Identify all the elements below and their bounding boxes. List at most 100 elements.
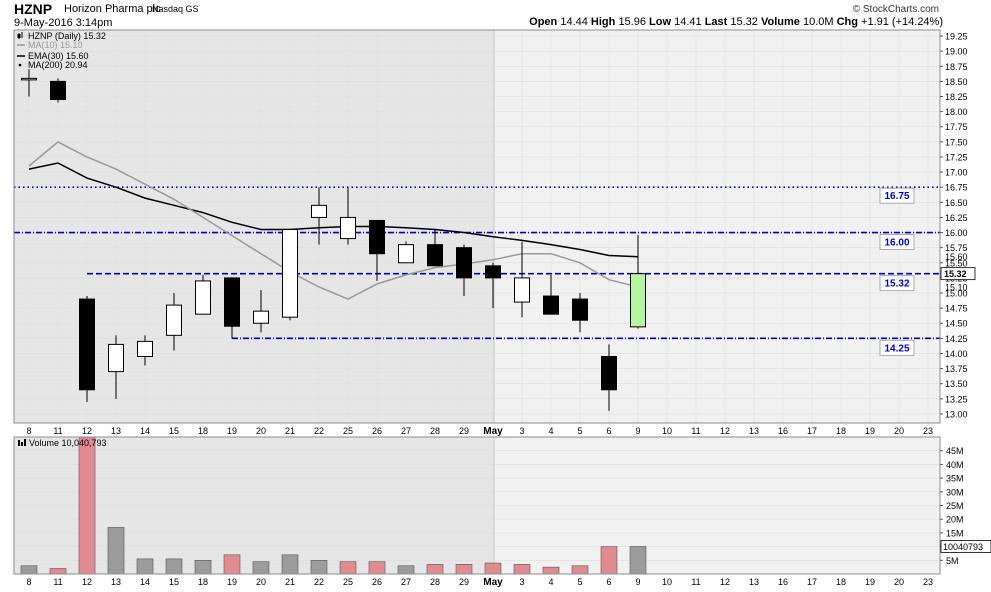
volume-x-label: 3 — [519, 577, 524, 587]
price-x-label: 22 — [314, 426, 324, 436]
candle-body — [195, 280, 211, 315]
volume-x-label: 13 — [111, 577, 121, 587]
volume-x-axis: 8 11 12 13 14 15 18 19 20 21 22 25 26 27 28 29 May 3 4 5 6 9 1… — [26, 577, 933, 588]
volume-bar — [339, 561, 357, 575]
volume-last-tag: 10040793 — [943, 542, 983, 552]
volume-tick-label: 15M — [946, 528, 964, 538]
price-tick-label: 18.75 — [945, 62, 968, 72]
price-tick-label: 18.00 — [945, 107, 968, 117]
volume-x-label: 13 — [749, 577, 759, 587]
volume-x-label: 16 — [778, 577, 788, 587]
price-y-axis: 13.00 13.25 13.50 13.75 14.00 14.25 14.50 14.75… — [940, 32, 968, 419]
volume-bar — [20, 565, 38, 575]
candle-body — [340, 216, 356, 240]
volume-x-label: 23 — [923, 577, 933, 587]
candle-body — [166, 304, 182, 336]
price-x-label: 15 — [169, 426, 179, 436]
volume-legend-text: Volume 10,040,793 — [29, 438, 107, 448]
price-x-label: 12 — [720, 426, 730, 436]
volume-bar — [397, 565, 415, 575]
price-tick-label: 13.25 — [945, 394, 968, 404]
volume-x-label: 5 — [577, 577, 582, 587]
volume-x-label: 12 — [720, 577, 730, 587]
price-tick-label: 13.75 — [945, 364, 968, 374]
volume-bar — [542, 566, 560, 575]
candle-body — [485, 265, 501, 279]
price-volume-chart: 13.00 13.25 13.50 13.75 14.00 14.25 14.50 14.75… — [13, 29, 991, 588]
price-tick-label: 14.50 — [945, 319, 968, 329]
legend-ma200-swatch — [18, 63, 22, 67]
price-tick-label: 17.00 — [945, 168, 968, 178]
candle-body — [108, 343, 124, 373]
last-price-tag: 15.32 — [944, 269, 967, 279]
price-x-label: 11 — [691, 426, 700, 436]
volume-bar — [513, 564, 531, 575]
price-x-label: 26 — [372, 426, 382, 436]
price-x-label: 18 — [836, 426, 846, 436]
price-x-label: May — [483, 426, 503, 437]
volume-x-label: 27 — [401, 577, 411, 587]
price-tick-label: 17.50 — [945, 137, 968, 147]
volume-x-label: 18 — [198, 577, 208, 587]
price-tick-label: 14.25 — [945, 334, 968, 344]
price-tick-label: 16.00 — [945, 228, 968, 238]
candle-body — [427, 244, 443, 267]
price-x-label: 3 — [519, 426, 524, 436]
price-x-label: 20 — [894, 426, 904, 436]
candle-body — [369, 219, 385, 255]
price-x-label: 14 — [140, 426, 150, 436]
price-tick-label: 14.00 — [945, 349, 968, 359]
legend-ma200: MA(200) 20.94 — [28, 60, 88, 70]
volume-x-label: 11 — [53, 577, 62, 587]
price-x-label: 10 — [662, 426, 672, 436]
indicator-price-tag: 15.60 — [945, 252, 968, 262]
volume-legend: Volume 10,040,793 — [18, 438, 107, 448]
candle-body — [224, 277, 240, 327]
trendline-label: 16.75 — [884, 191, 909, 202]
legend-ma10: MA(10) 15.10 — [28, 40, 83, 50]
price-x-label: 21 — [285, 426, 295, 436]
candle-body — [282, 229, 298, 318]
volume-y-axis: 5M10M15M20M25M30M35M40M45M10040793 — [940, 446, 991, 566]
price-x-label: 17 — [807, 426, 817, 436]
candle-body — [311, 204, 327, 218]
volume-bar — [194, 559, 212, 575]
volume-bar — [571, 565, 589, 575]
volume-tick-label: 35M — [946, 474, 964, 484]
volume-x-label: 28 — [430, 577, 440, 587]
candle-body — [514, 277, 530, 303]
trendline-label: 16.00 — [884, 238, 909, 249]
candle-body — [543, 295, 559, 315]
volume-x-label: 19 — [227, 577, 237, 587]
volume-x-label: 17 — [807, 577, 817, 587]
candle-body — [456, 247, 472, 279]
volume-x-label: 29 — [459, 577, 469, 587]
volume-x-label: 15 — [169, 577, 179, 587]
volume-tick-label: 45M — [946, 446, 964, 456]
volume-x-label: 25 — [343, 577, 353, 587]
volume-bar — [107, 527, 125, 575]
volume-x-label: 12 — [82, 577, 92, 587]
price-x-label: 8 — [26, 426, 31, 436]
volume-x-label: May — [483, 577, 503, 588]
volume-x-label: 9 — [635, 577, 640, 587]
volume-x-label: 6 — [606, 577, 611, 587]
volume-bar — [252, 561, 270, 575]
price-tick-label: 13.00 — [945, 409, 968, 419]
volume-tick-label: 20M — [946, 515, 964, 525]
volume-bar — [629, 546, 647, 575]
volume-x-label: 14 — [140, 577, 150, 587]
candle-body — [79, 298, 95, 391]
volume-bar — [426, 564, 444, 575]
price-x-label: 20 — [256, 426, 266, 436]
price-tick-label: 19.25 — [945, 32, 968, 42]
price-x-axis: 8 11 12 13 14 15 18 19 20 21 22 25 26 27 28 29 May 3 4 5 6 9 1… — [26, 426, 933, 437]
volume-tick-label: 5M — [946, 556, 959, 566]
candle-body — [50, 80, 66, 101]
volume-tick-label: 30M — [946, 487, 964, 497]
volume-x-label: 18 — [836, 577, 846, 587]
price-tick-label: 19.00 — [945, 47, 968, 57]
candle-body — [630, 273, 646, 328]
volume-tick-label: 40M — [946, 460, 964, 470]
price-tick-label: 18.50 — [945, 77, 968, 87]
